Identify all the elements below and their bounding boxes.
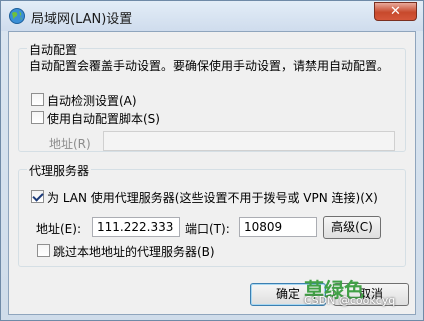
proxy-address-label: 地址(E): bbox=[36, 222, 81, 236]
title-bar[interactable]: 局域网(LAN)设置 ✕ bbox=[1, 1, 423, 31]
bypass-local-checkbox[interactable] bbox=[37, 244, 50, 257]
use-proxy-label[interactable]: 为 LAN 使用代理服务器(这些设置不用于拨号或 VPN 连接)(X) bbox=[47, 189, 378, 206]
bypass-local-label[interactable]: 跳过本地地址的代理服务器(B) bbox=[53, 243, 215, 260]
proxy-port-label: 端口(T): bbox=[185, 222, 230, 236]
auto-config-title: 自动配置 bbox=[27, 41, 80, 58]
script-address-input[interactable] bbox=[103, 131, 395, 151]
auto-detect-label[interactable]: 自动检测设置(A) bbox=[47, 92, 137, 109]
proxy-address-input[interactable]: 111.222.333 bbox=[92, 217, 180, 237]
proxy-group-title: 代理服务器 bbox=[27, 162, 92, 179]
watermark-csdn: CSDN @cookcyq bbox=[304, 294, 396, 307]
advanced-button[interactable]: 高级(C) bbox=[323, 216, 381, 239]
use-proxy-checkbox[interactable] bbox=[31, 190, 44, 203]
auto-config-description: 自动配置会覆盖手动设置。要确保使用手动设置，请禁用自动配置。 bbox=[29, 59, 390, 73]
dialog-body: 自动配置 自动配置会覆盖手动设置。要确保使用手动设置，请禁用自动配置。 自动检测… bbox=[8, 31, 416, 315]
script-address-label: 地址(R) bbox=[49, 137, 91, 151]
close-button[interactable]: ✕ bbox=[374, 2, 417, 21]
use-script-label[interactable]: 使用自动配置脚本(S) bbox=[47, 110, 160, 127]
proxy-port-input[interactable]: 10809 bbox=[239, 217, 317, 237]
network-globe-icon bbox=[9, 8, 25, 24]
lan-settings-dialog: 局域网(LAN)设置 ✕ 自动配置 自动配置会覆盖手动设置。要确保使用手动设置，… bbox=[0, 0, 424, 321]
use-script-checkbox[interactable] bbox=[31, 111, 44, 124]
auto-detect-checkbox[interactable] bbox=[31, 93, 44, 106]
window-title: 局域网(LAN)设置 bbox=[31, 12, 133, 27]
